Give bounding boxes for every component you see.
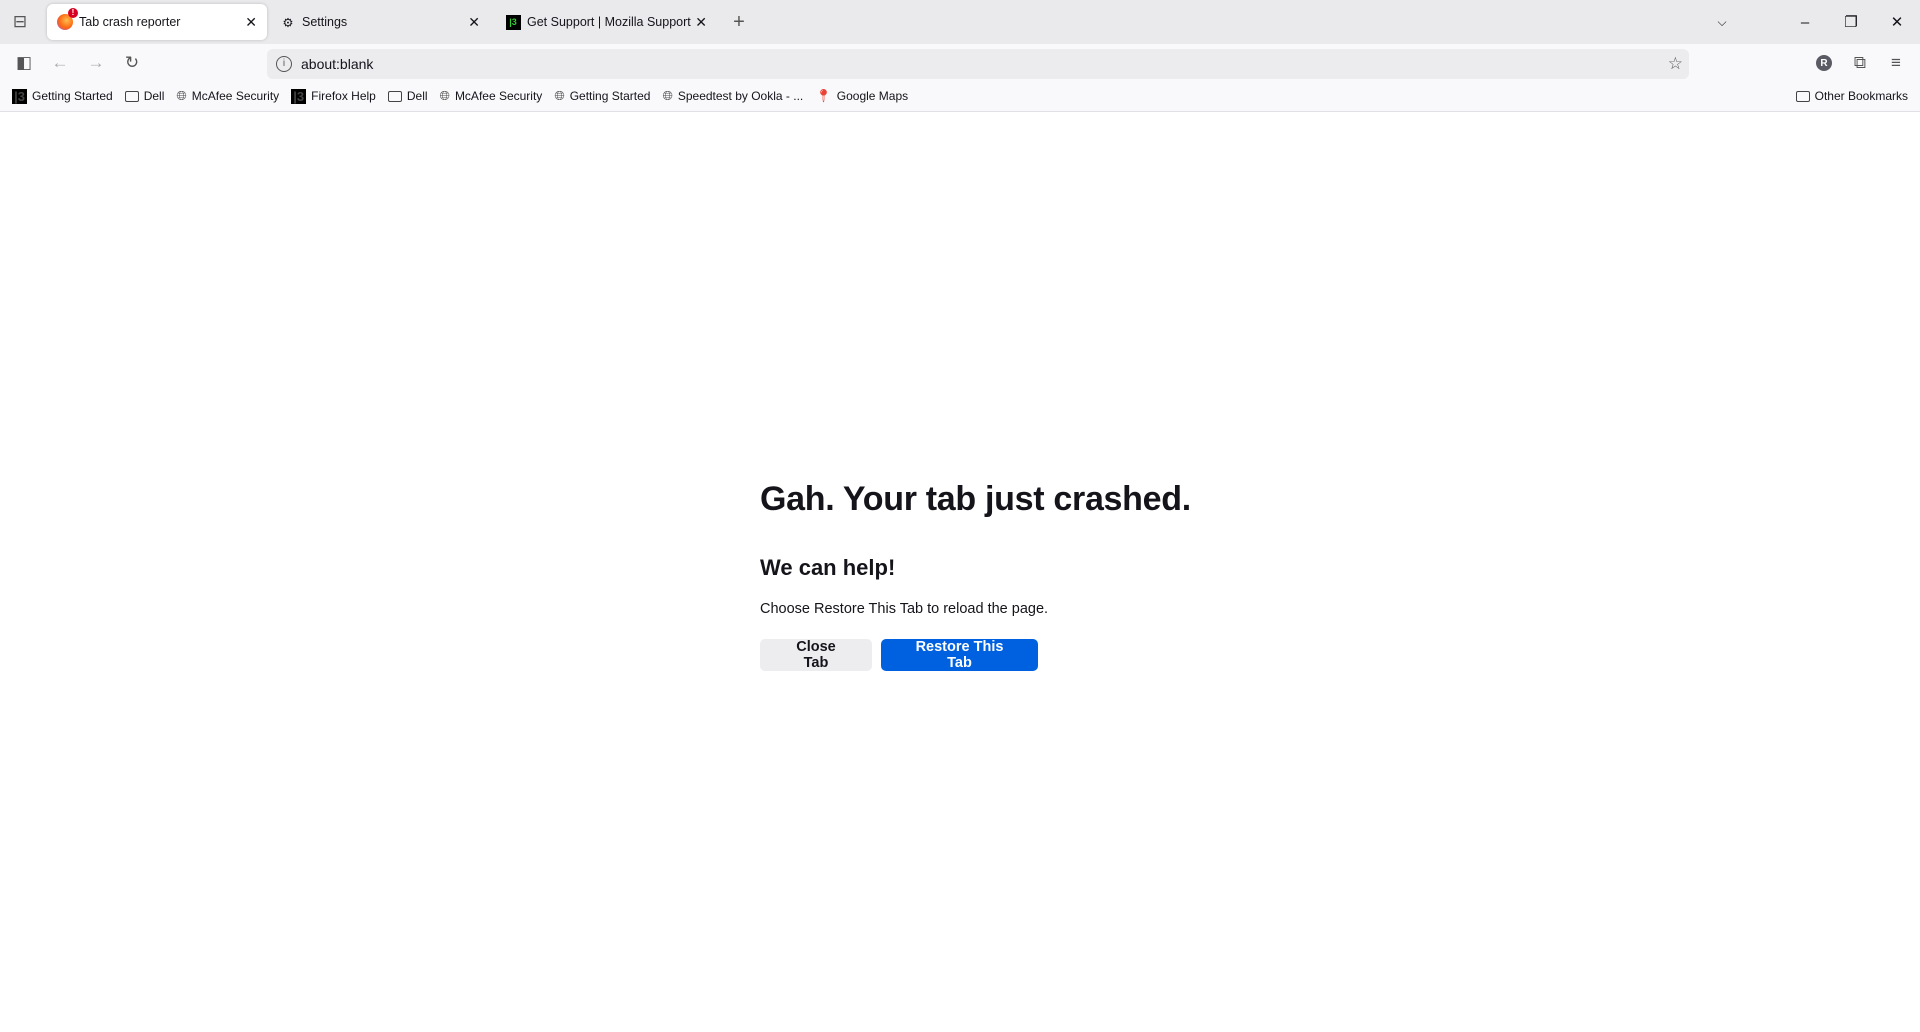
address-bar[interactable]: i about:blank ☆: [267, 49, 1689, 79]
bookmark-label: Getting Started: [569, 89, 651, 103]
bookmark-label: Firefox Help: [311, 89, 376, 103]
reload-button[interactable]: ↻: [119, 50, 145, 76]
restore-tab-button[interactable]: Restore This Tab: [881, 639, 1038, 671]
hamburger-menu-icon[interactable]: ≡: [1883, 50, 1909, 76]
url-text: about:blank: [301, 56, 374, 72]
close-tab-button[interactable]: Close Tab: [760, 639, 872, 671]
tab-bar: ⊟ Tab crash reporter ✕ ⚙ Settings ✕ |3 G…: [0, 0, 1920, 44]
bookmark-folder[interactable]: Dell: [124, 89, 165, 103]
nav-toolbar: ◧ ← → ↻ i about:blank ☆ R ⧉ ≡: [0, 44, 1920, 81]
gear-icon: ⚙: [282, 15, 294, 30]
firefox-crash-icon: [57, 8, 78, 30]
globe-icon: 🌐︎: [439, 88, 450, 103]
bookmark-item[interactable]: 🌐︎ Getting Started: [554, 88, 650, 104]
bookmark-item[interactable]: 🌐︎ McAfee Security: [440, 88, 543, 104]
close-tab-icon[interactable]: ✕: [695, 14, 707, 31]
folder-icon: [124, 90, 139, 102]
bookmark-item[interactable]: |3 Getting Started: [12, 88, 113, 104]
tab-label: Settings: [302, 15, 348, 29]
new-tab-button[interactable]: +: [726, 9, 752, 35]
bookmark-item[interactable]: 📍︎ Google Maps: [815, 88, 908, 104]
extensions-puzzle-icon[interactable]: ⧉: [1847, 50, 1873, 76]
globe-icon: 🌐︎: [554, 88, 565, 103]
bookmark-star-icon[interactable]: ☆: [1668, 54, 1683, 74]
bookmark-label: Getting Started: [32, 89, 113, 103]
info-icon[interactable]: i: [276, 56, 292, 72]
account-avatar[interactable]: R: [1816, 55, 1832, 71]
close-tab-icon[interactable]: ✕: [245, 14, 257, 31]
tab-get-support[interactable]: |3 Get Support | Mozilla Support ✕: [495, 4, 717, 40]
globe-icon: 🌐︎: [176, 88, 187, 103]
minimize-button[interactable]: –: [1782, 0, 1828, 44]
bookmark-label: McAfee Security: [191, 89, 280, 103]
mozilla-icon: |3: [12, 88, 27, 104]
globe-icon: 🌐︎: [662, 88, 673, 103]
bookmark-item[interactable]: 🌐︎ Speedtest by Ookla - ...: [662, 88, 803, 104]
page-title: Gah. Your tab just crashed.: [760, 480, 1191, 518]
tab-label: Tab crash reporter: [79, 15, 181, 29]
bookmark-label: Other Bookmarks: [1814, 89, 1908, 103]
bookmark-item[interactable]: 🌐︎ McAfee Security: [176, 88, 279, 104]
folder-icon: [1795, 90, 1810, 102]
forward-button[interactable]: →: [83, 50, 109, 76]
mozilla-support-icon: |3: [505, 14, 521, 30]
list-all-tabs-chevron-icon[interactable]: ⌵: [1699, 0, 1745, 44]
tab-settings[interactable]: ⚙ Settings ✕: [270, 4, 490, 40]
bookmark-label: Dell: [143, 89, 165, 103]
tab-label: Get Support | Mozilla Support: [527, 15, 691, 29]
page-subtitle: We can help!: [760, 555, 896, 580]
crash-page: Gah. Your tab just crashed. We can help!…: [760, 480, 1191, 671]
back-button[interactable]: ←: [47, 50, 73, 76]
bookmark-item[interactable]: |3 Firefox Help: [291, 88, 376, 104]
close-window-button[interactable]: ✕: [1874, 0, 1920, 44]
bookmark-folder[interactable]: Dell: [387, 89, 428, 103]
bookmark-label: Google Maps: [836, 89, 909, 103]
close-tab-icon[interactable]: ✕: [468, 14, 480, 31]
map-pin-icon: 📍︎: [815, 88, 832, 103]
folder-icon: [387, 90, 402, 102]
bookmark-label: Speedtest by Ookla - ...: [677, 89, 804, 103]
bookmarks-toolbar: |3 Getting Started Dell 🌐︎ McAfee Security…: [0, 81, 1920, 112]
other-bookmarks-folder[interactable]: Other Bookmarks: [1795, 89, 1908, 103]
restore-window-button[interactable]: ❐: [1828, 0, 1874, 44]
tab-crash-reporter[interactable]: Tab crash reporter ✕: [47, 4, 267, 40]
tab-list-icon[interactable]: ⊟: [7, 9, 33, 35]
page-message: Choose Restore This Tab to reload the pa…: [760, 601, 1049, 617]
sidebar-toggle-icon[interactable]: ◧: [11, 50, 37, 76]
bookmark-label: McAfee Security: [454, 89, 543, 103]
mozilla-icon: |3: [291, 88, 307, 104]
bookmark-label: Dell: [406, 89, 428, 103]
